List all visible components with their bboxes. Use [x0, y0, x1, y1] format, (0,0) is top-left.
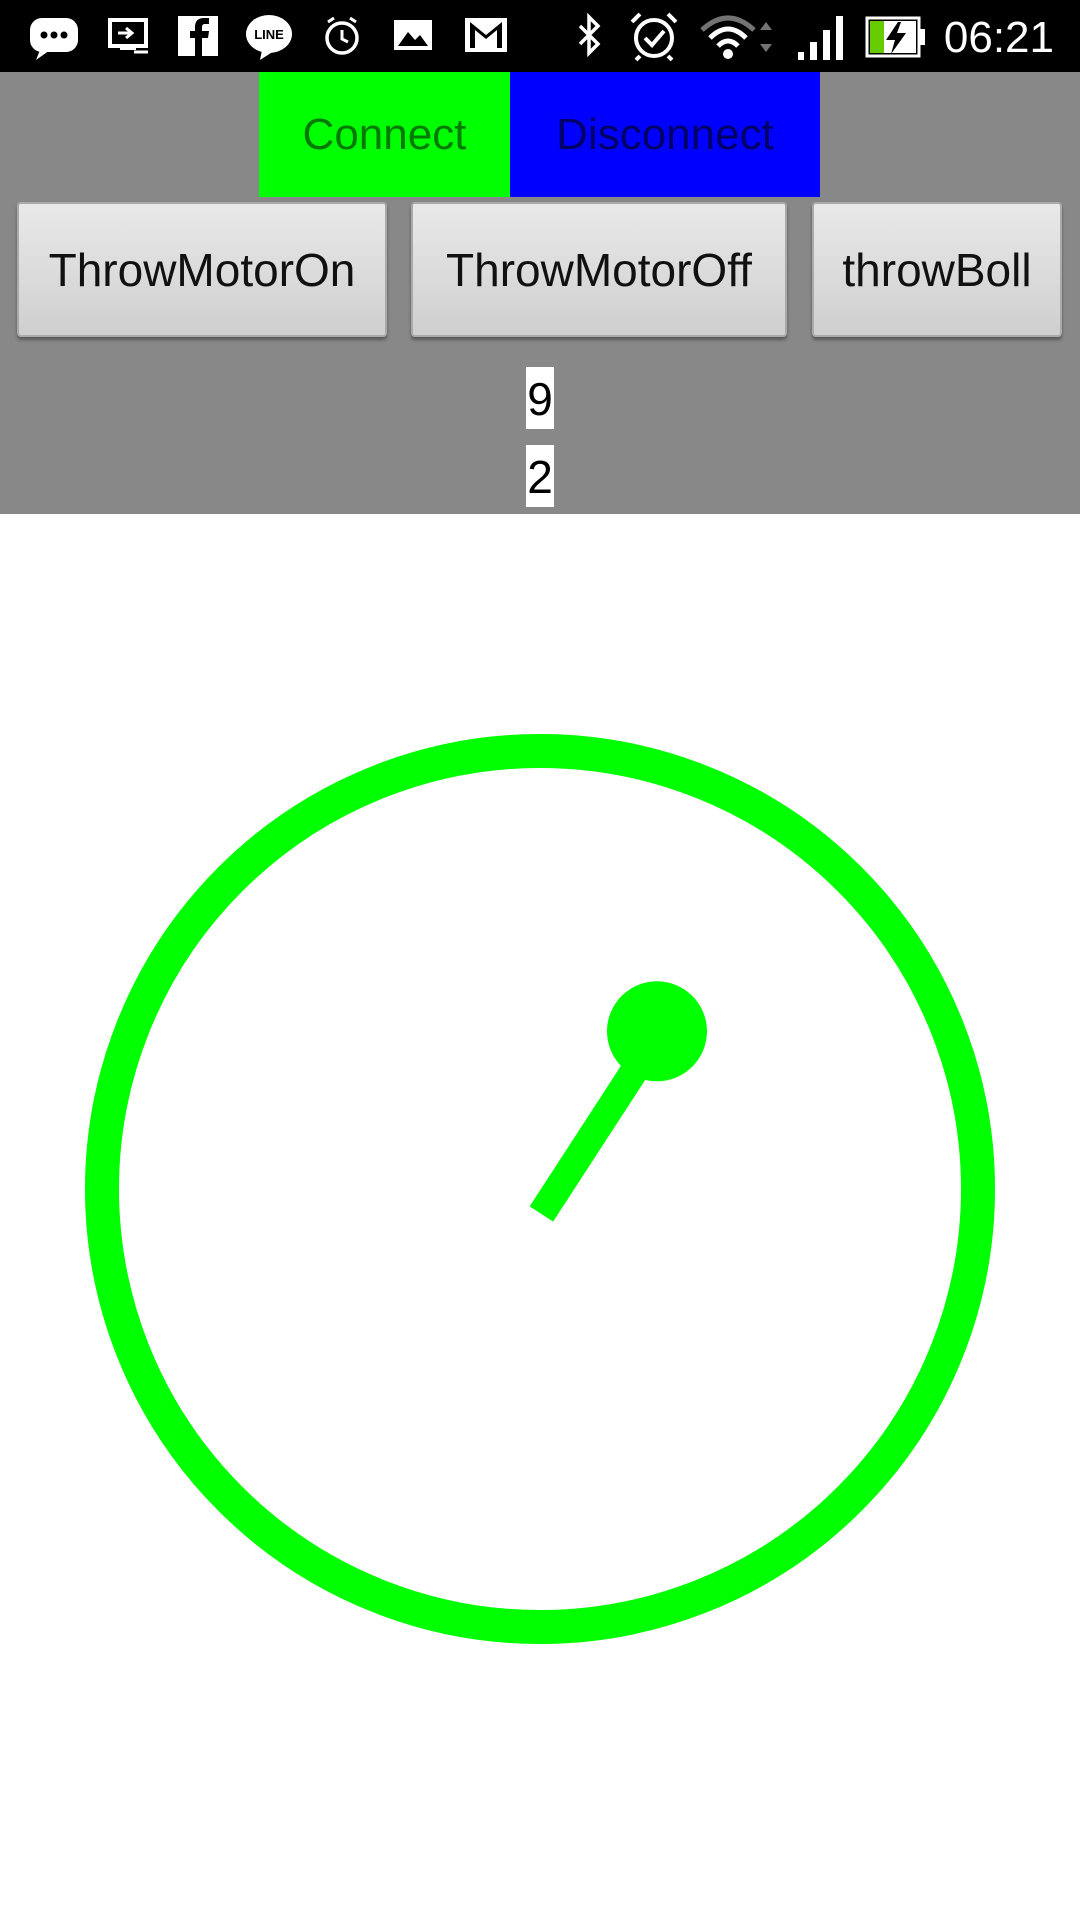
bluetooth-icon [578, 12, 601, 58]
throw-motor-on-button[interactable]: ThrowMotorOn [17, 202, 387, 337]
status-bar: LINE 06:21 [0, 0, 1080, 72]
signal-icon [798, 16, 843, 60]
line-logo-text: LINE [254, 27, 284, 42]
facebook-icon [178, 16, 218, 56]
disconnect-button[interactable]: Disconnect [510, 72, 820, 197]
gmail-icon [465, 18, 507, 52]
control-panel: Connect Disconnect ThrowMotorOn ThrowMot… [0, 72, 1080, 514]
joystick-stick [529, 1047, 657, 1222]
joystick-ring [85, 734, 995, 1644]
wifi-icon [700, 15, 772, 59]
clock-time: 06:21 [943, 13, 1054, 62]
alarm-clock-icon [325, 16, 359, 55]
value-readout-2: 2 [526, 445, 554, 507]
line-icon: LINE [246, 15, 292, 60]
battery-charging-icon [865, 16, 925, 58]
throw-motor-off-button[interactable]: ThrowMotorOff [411, 202, 787, 337]
connect-button[interactable]: Connect [259, 72, 510, 197]
throw-boll-button[interactable]: throwBoll [812, 202, 1062, 337]
joystick-pad[interactable] [0, 514, 1080, 1920]
joystick-knob[interactable] [606, 981, 707, 1082]
gallery-icon [394, 20, 432, 50]
screen-share-icon [108, 18, 148, 54]
alarm-icon [630, 12, 678, 62]
chat-bubble-icon [30, 18, 78, 60]
value-readout-1: 9 [526, 367, 554, 429]
